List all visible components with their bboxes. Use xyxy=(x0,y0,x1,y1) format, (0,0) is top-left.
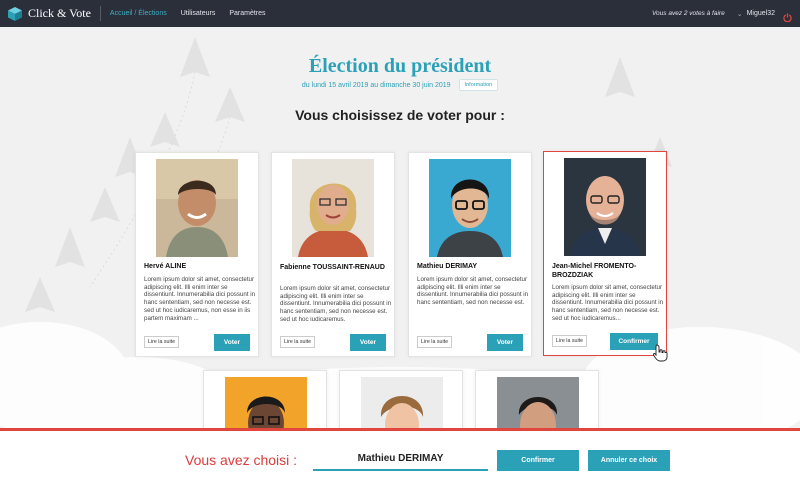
candidate-card xyxy=(339,370,463,475)
candidate-description: Lorem ipsum dolor sit amet, consectetur … xyxy=(417,276,529,307)
top-bar: Click & Vote Accueil / Élections Utilisa… xyxy=(0,0,800,27)
election-dates-row: du lundi 15 avril 2019 au dimanche 30 ju… xyxy=(0,79,800,91)
votes-remaining: Vous avez 2 votes à faire xyxy=(651,10,725,17)
power-icon[interactable] xyxy=(783,9,792,23)
information-button[interactable]: Information xyxy=(458,79,499,91)
candidate-card xyxy=(203,370,327,475)
read-more-button[interactable]: Lire la suite xyxy=(144,336,180,348)
vote-button[interactable]: Voter xyxy=(214,334,250,351)
cancel-choice-button[interactable]: Annuler ce choix xyxy=(588,450,670,471)
candidate-description: Lorem ipsum dolor sit amet, consectetur … xyxy=(144,276,256,322)
candidate-photo xyxy=(156,159,238,257)
nav-item-users[interactable]: Utilisateurs xyxy=(181,10,216,17)
nav-item-settings[interactable]: Paramètres xyxy=(229,10,265,17)
nav-item-elections[interactable]: Accueil / Élections xyxy=(110,10,167,17)
selected-candidate-field: Mathieu DERIMAY xyxy=(313,449,488,471)
vote-button[interactable]: Voter xyxy=(487,334,523,351)
candidate-description: Lorem ipsum dolor sit amet, consectetur … xyxy=(552,284,664,322)
vote-prompt: Vous choisissez de voter pour : xyxy=(295,107,505,123)
candidate-name: Jean-Michel FROMENTO-BROZDZIAK xyxy=(552,263,637,279)
divider xyxy=(99,6,101,21)
chevron-down-icon[interactable]: ⌄ xyxy=(737,10,743,18)
app-name: Click & Vote xyxy=(28,6,91,20)
confirm-button[interactable]: Confirmer xyxy=(497,450,579,471)
hand-pointer-icon xyxy=(652,344,668,362)
candidate-photo xyxy=(564,158,646,256)
confirm-vote-button[interactable]: Confirmer xyxy=(610,333,658,350)
candidate-name: Hervé ALINE xyxy=(144,263,187,270)
read-more-button[interactable]: Lire la suite xyxy=(280,336,316,348)
candidate-card: Mathieu DERIMAY Lorem ipsum dolor sit am… xyxy=(408,152,532,357)
candidate-card: Fabienne TOUSSAINT-RENAUD Lorem ipsum do… xyxy=(271,152,395,357)
candidate-card xyxy=(475,370,599,475)
selection-label: Vous avez choisi : xyxy=(185,452,298,468)
main-nav: Accueil / Élections Utilisateurs Paramèt… xyxy=(110,10,280,17)
candidate-card-selected: Jean-Michel FROMENTO-BROZDZIAK Lorem ips… xyxy=(543,151,667,356)
user-area: Vous avez 2 votes à faire ⌄ Miguel32 xyxy=(652,0,792,27)
read-more-button[interactable]: Lire la suite xyxy=(552,335,588,347)
candidate-name: Fabienne TOUSSAINT-RENAUD xyxy=(280,264,385,271)
page-title: Élection du président xyxy=(308,55,492,77)
user-menu[interactable]: Miguel32 xyxy=(747,10,775,17)
candidate-card: Hervé ALINE Lorem ipsum dolor sit amet, … xyxy=(135,152,259,357)
vote-button[interactable]: Voter xyxy=(350,334,386,351)
app-logo[interactable]: Click & Vote xyxy=(8,6,91,21)
cube-logo-icon xyxy=(8,6,22,21)
read-more-button[interactable]: Lire la suite xyxy=(417,336,453,348)
election-dates: du lundi 15 avril 2019 au dimanche 30 ju… xyxy=(301,81,451,89)
candidate-photo xyxy=(292,159,374,257)
candidate-name: Mathieu DERIMAY xyxy=(417,263,478,270)
candidate-photo xyxy=(429,159,511,257)
candidate-description: Lorem ipsum dolor sit amet, consectetur … xyxy=(280,285,392,323)
selection-bar: Vous avez choisi : Mathieu DERIMAY Confi… xyxy=(0,428,800,488)
